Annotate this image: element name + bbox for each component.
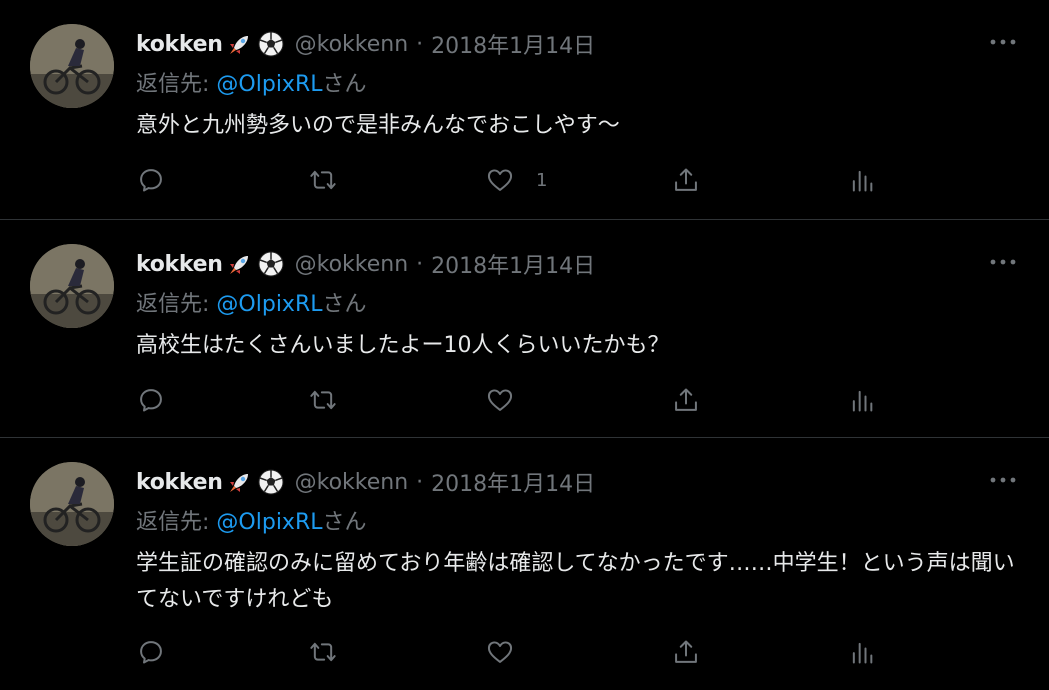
analytics-button[interactable]: [848, 380, 876, 420]
reply-prefix: 返信先:: [136, 510, 210, 535]
like-button[interactable]: [486, 380, 536, 420]
tweet-header: kokken @kokkenn · 2018年1月14日: [136, 466, 595, 498]
tweet[interactable]: kokken @kokkenn · 2018年1月14日 返信先: @Olpix…: [0, 220, 1049, 438]
reply-prefix: 返信先:: [136, 72, 210, 97]
analytics-icon: [852, 170, 873, 192]
retweet-button[interactable]: [309, 380, 337, 420]
avatar[interactable]: [30, 462, 114, 546]
heart-icon: [487, 169, 513, 191]
reply-button[interactable]: [137, 380, 165, 420]
retweet-button[interactable]: [309, 160, 337, 200]
separator-dot: ·: [416, 469, 424, 495]
reply-button[interactable]: [137, 160, 165, 200]
action-bar: 1: [0, 160, 1049, 200]
mention-link[interactable]: @OlpixRL: [216, 510, 322, 535]
display-name[interactable]: kokken: [136, 470, 223, 495]
soccer-ball-emoji-icon: [257, 468, 285, 496]
share-icon: [675, 640, 697, 663]
analytics-icon: [852, 642, 873, 664]
analytics-icon: [852, 390, 873, 412]
retweet-icon: [310, 642, 336, 662]
like-button[interactable]: [486, 632, 536, 672]
mention-link[interactable]: @OlpixRL: [216, 72, 322, 97]
avatar[interactable]: [30, 244, 114, 328]
avatar[interactable]: [30, 24, 114, 108]
reply-suffix: さん: [322, 510, 367, 535]
reply-icon: [140, 389, 162, 412]
more-horizontal-icon[interactable]: [986, 466, 1020, 494]
display-name[interactable]: kokken: [136, 252, 223, 277]
more-horizontal-icon[interactable]: [986, 248, 1020, 276]
like-count: 1: [536, 169, 548, 191]
tweet-text: 学生証の確認のみに留めており年齢は確認してなかったです……中学生！という声は聞い…: [136, 551, 1015, 612]
retweet-button[interactable]: [309, 632, 337, 672]
share-icon: [675, 168, 697, 191]
soccer-ball-emoji-icon: [257, 250, 285, 278]
action-bar: [0, 632, 1049, 672]
tweet-date[interactable]: 2018年1月14日: [431, 248, 595, 280]
heart-icon: [487, 641, 513, 663]
tweet-date[interactable]: 2018年1月14日: [431, 28, 595, 60]
retweet-icon: [310, 170, 336, 190]
share-button[interactable]: [672, 160, 700, 200]
share-button[interactable]: [672, 380, 700, 420]
user-handle[interactable]: @kokkenn: [295, 252, 409, 277]
more-horizontal-icon[interactable]: [986, 28, 1020, 56]
analytics-button[interactable]: [848, 632, 876, 672]
like-button[interactable]: 1: [486, 160, 547, 200]
tweet[interactable]: kokken @kokkenn · 2018年1月14日 返信先: @Olpix…: [0, 438, 1049, 690]
retweet-icon: [310, 390, 336, 410]
reply-icon: [140, 641, 162, 664]
rocket-emoji-icon: [226, 468, 254, 496]
heart-icon: [487, 389, 513, 411]
reply-suffix: さん: [322, 292, 367, 317]
user-handle[interactable]: @kokkenn: [295, 32, 409, 57]
reply-context: 返信先: @OlpixRLさん: [136, 66, 367, 98]
user-handle[interactable]: @kokkenn: [295, 470, 409, 495]
rocket-emoji-icon: [226, 30, 254, 58]
reply-suffix: さん: [322, 72, 367, 97]
separator-dot: ·: [416, 31, 424, 57]
mention-link[interactable]: @OlpixRL: [216, 292, 322, 317]
action-bar: [0, 380, 1049, 420]
separator-dot: ·: [416, 251, 424, 277]
tweet-date[interactable]: 2018年1月14日: [431, 466, 595, 498]
reply-context: 返信先: @OlpixRLさん: [136, 286, 367, 318]
display-name[interactable]: kokken: [136, 32, 223, 57]
tweet-text: 意外と九州勢多いので是非みんなでおこしやす～: [136, 113, 620, 138]
reply-button[interactable]: [137, 632, 165, 672]
reply-context: 返信先: @OlpixRLさん: [136, 504, 367, 536]
tweet[interactable]: kokken @kokkenn · 2018年1月14日 返信先: @Olpix…: [0, 0, 1049, 220]
rocket-emoji-icon: [226, 250, 254, 278]
analytics-button[interactable]: [848, 160, 876, 200]
share-icon: [675, 388, 697, 411]
tweet-header: kokken @kokkenn · 2018年1月14日: [136, 248, 595, 280]
soccer-ball-emoji-icon: [257, 30, 285, 58]
tweet-text: 高校生はたくさんいましたよー10人くらいいたかも？: [136, 333, 670, 358]
tweet-header: kokken @kokkenn · 2018年1月14日: [136, 28, 595, 60]
share-button[interactable]: [672, 632, 700, 672]
reply-icon: [140, 169, 162, 192]
reply-prefix: 返信先:: [136, 292, 210, 317]
